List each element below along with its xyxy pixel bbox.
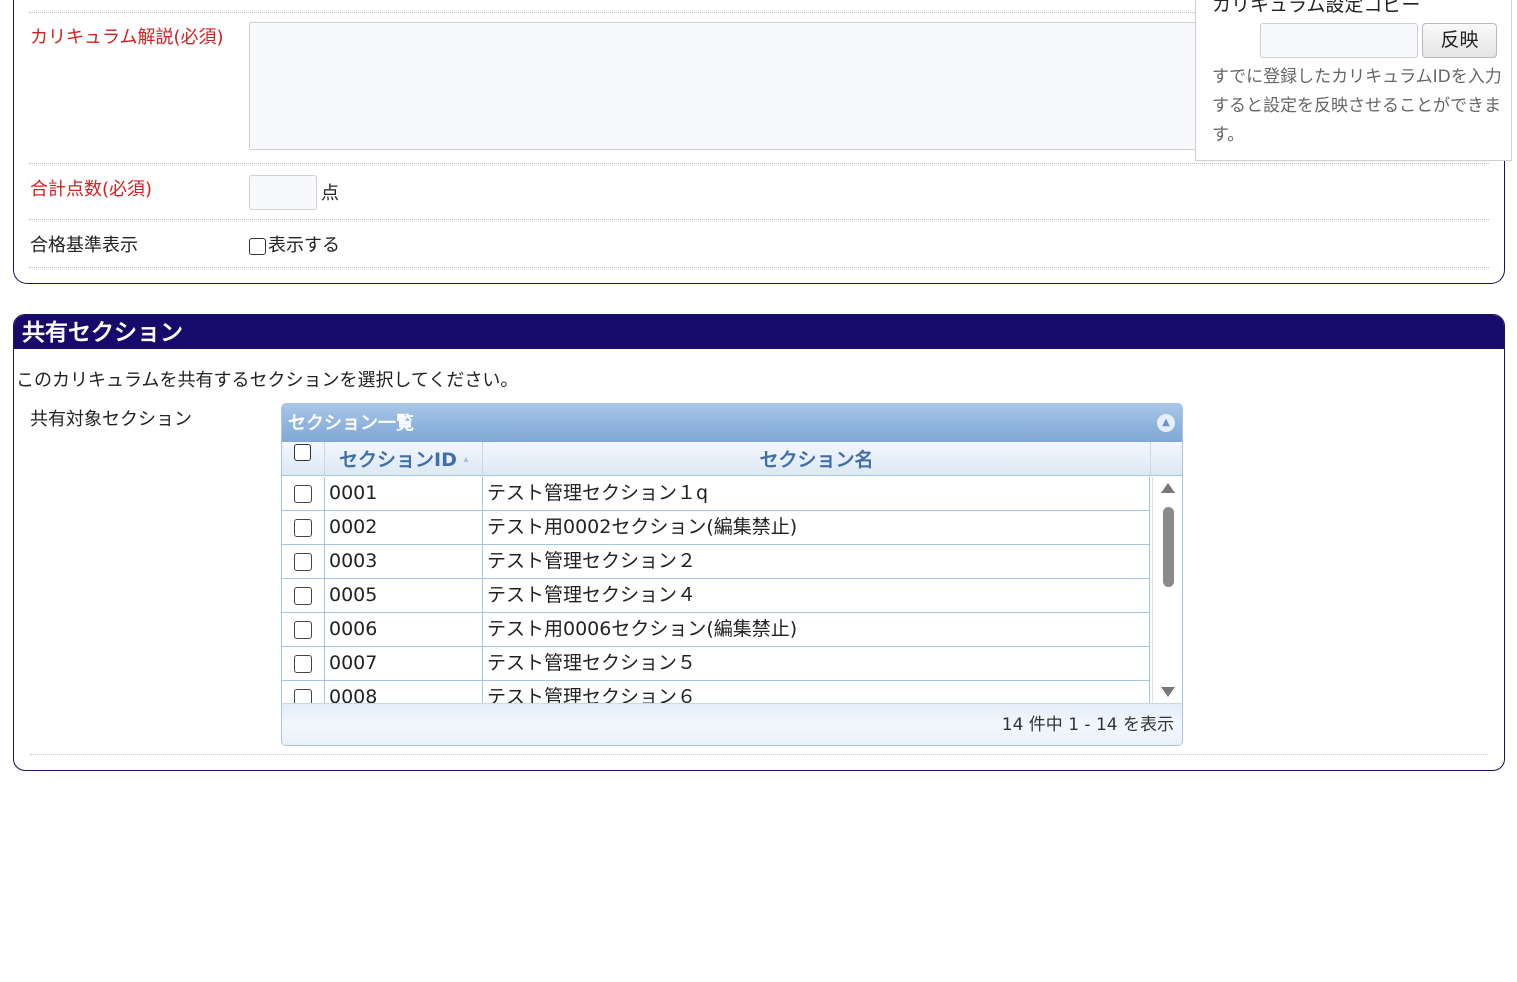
- section-id-cell: 0001: [325, 477, 483, 510]
- select-all-checkbox[interactable]: [294, 444, 311, 461]
- row-checkbox[interactable]: [294, 519, 312, 537]
- total-score-label: 合計点数(必須): [30, 179, 153, 200]
- pass-criteria-checkbox-label[interactable]: 表示する: [268, 234, 340, 258]
- section-id-cell: 0007: [325, 647, 483, 680]
- shared-section-panel: 共有セクション このカリキュラムを共有するセクションを選択してください。 共有対…: [13, 314, 1505, 771]
- total-score-unit: 点: [321, 183, 339, 204]
- column-header-spacer: [1151, 442, 1182, 476]
- row-checkbox[interactable]: [294, 689, 312, 703]
- shared-section-header: 共有セクション: [14, 315, 1504, 349]
- row-check-cell: [282, 681, 325, 703]
- row-separator: [29, 219, 1489, 220]
- total-score-input[interactable]: [249, 175, 317, 210]
- section-name-cell: テスト管理セクション４: [483, 579, 1150, 612]
- row-separator: [29, 163, 1489, 164]
- grid-footer: 14 件中 1 - 14 を表示: [282, 703, 1182, 745]
- table-row[interactable]: 0006 テスト用0006セクション(編集禁止): [282, 613, 1150, 647]
- pager-info: 14 件中 1 - 14 を表示: [1001, 715, 1174, 735]
- section-name-cell: テスト管理セクション５: [483, 647, 1150, 680]
- section-id-cell: 0002: [325, 511, 483, 544]
- row-check-cell: [282, 477, 325, 510]
- description-textarea[interactable]: [249, 22, 1249, 150]
- shared-section-description: このカリキュラムを共有するセクションを選択してください。: [16, 370, 519, 391]
- row-checkbox[interactable]: [294, 621, 312, 639]
- section-name-cell: テスト用0006セクション(編集禁止): [483, 613, 1150, 646]
- curriculum-copy-box: カリキュラム設定コピー 反映 すでに登録したカリキュラムIDを入力すると設定を反…: [1195, 0, 1512, 161]
- table-row[interactable]: 0008 テスト管理セクション６: [282, 681, 1150, 703]
- scroll-down-arrow-icon[interactable]: [1161, 687, 1175, 697]
- section-id-cell: 0005: [325, 579, 483, 612]
- column-header-section-id[interactable]: セクションID ▴: [325, 442, 483, 476]
- section-name-cell: テスト用0002セクション(編集禁止): [483, 511, 1150, 544]
- section-name-cell: テスト管理セクション６: [483, 681, 1150, 703]
- row-check-cell: [282, 579, 325, 612]
- section-name-cell: テスト管理セクション２: [483, 545, 1150, 578]
- table-row[interactable]: 0001 テスト管理セクション１q: [282, 477, 1150, 511]
- section-name-cell: テスト管理セクション１q: [483, 477, 1150, 510]
- row-checkbox[interactable]: [294, 485, 312, 503]
- row-separator: [29, 267, 1489, 268]
- column-header-section-name-label: セクション名: [759, 449, 874, 471]
- table-row[interactable]: 0002 テスト用0002セクション(編集禁止): [282, 511, 1150, 545]
- scroll-up-arrow-icon[interactable]: [1161, 483, 1175, 493]
- grid-header-row: セクションID ▴ セクション名: [282, 442, 1182, 476]
- curriculum-id-input[interactable]: [1260, 23, 1418, 58]
- shared-target-label: 共有対象セクション: [30, 409, 192, 430]
- table-row[interactable]: 0007 テスト管理セクション５: [282, 647, 1150, 681]
- collapse-icon[interactable]: ▲: [1157, 414, 1175, 432]
- row-separator: [30, 754, 1488, 755]
- description-label: カリキュラム解説(必須): [30, 27, 224, 48]
- pass-criteria-label: 合格基準表示: [30, 235, 138, 256]
- column-header-section-id-label: セクションID: [339, 449, 457, 471]
- row-checkbox[interactable]: [294, 553, 312, 571]
- row-check-cell: [282, 511, 325, 544]
- copy-help-text: すでに登録したカリキュラムIDを入力すると設定を反映させることができます。: [1212, 67, 1502, 145]
- grid-scrollbar[interactable]: [1152, 477, 1182, 703]
- pass-criteria-checkbox[interactable]: [249, 238, 266, 255]
- scroll-thumb[interactable]: [1163, 507, 1174, 587]
- grid-body: 0001 テスト管理セクション１q 0002 テスト用0002セクション(編集禁…: [282, 477, 1150, 703]
- section-id-cell: 0006: [325, 613, 483, 646]
- section-list-grid: セクション一覧 ▲ セクションID ▴ セクション名 0001 テスト管理セクシ…: [281, 403, 1183, 746]
- table-row[interactable]: 0005 テスト管理セクション４: [282, 579, 1150, 613]
- grid-caption: セクション一覧 ▲: [282, 404, 1182, 442]
- select-all-cell: [282, 442, 325, 476]
- table-row[interactable]: 0003 テスト管理セクション２: [282, 545, 1150, 579]
- column-header-section-name[interactable]: セクション名: [483, 442, 1151, 476]
- copy-box-title: カリキュラム設定コピー: [1212, 0, 1421, 16]
- row-check-cell: [282, 545, 325, 578]
- apply-button[interactable]: 反映: [1422, 23, 1497, 58]
- grid-caption-text: セクション一覧: [288, 413, 414, 434]
- section-id-cell: 0008: [325, 681, 483, 703]
- row-checkbox[interactable]: [294, 655, 312, 673]
- row-checkbox[interactable]: [294, 587, 312, 605]
- section-id-cell: 0003: [325, 545, 483, 578]
- row-check-cell: [282, 613, 325, 646]
- sort-asc-icon: ▴: [463, 454, 469, 465]
- row-check-cell: [282, 647, 325, 680]
